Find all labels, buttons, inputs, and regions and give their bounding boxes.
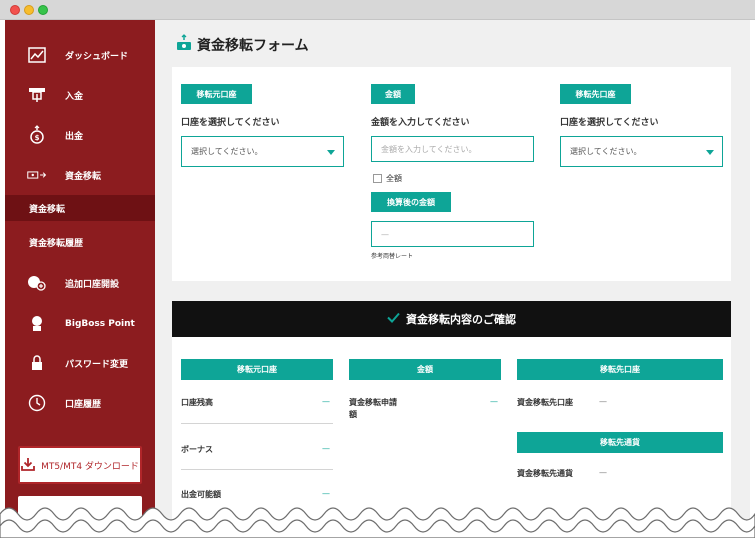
atm-deposit-icon [27, 85, 47, 105]
minimize-window-button[interactable] [24, 5, 34, 15]
amount-input[interactable]: 金額を入力してください。 [371, 136, 534, 162]
amount-label: 金額を入力してください [371, 118, 470, 128]
medal-icon [27, 314, 47, 334]
destination-currency-row-label: 資金移転先通貨 [517, 469, 573, 478]
confirm-destination-header: 移転先口座 [517, 359, 723, 380]
torn-edge-decoration [0, 507, 755, 538]
close-window-button[interactable] [10, 5, 20, 15]
row-divider [181, 469, 333, 470]
sidebar-item-bigboss-point[interactable]: BigBoss Point [5, 308, 155, 340]
amount-placeholder: 金額を入力してください。 [381, 144, 477, 154]
lock-icon [27, 353, 47, 373]
sidebar-item-label: 追加口座開設 [65, 279, 120, 290]
page-title: 資金移転フォーム [175, 34, 309, 56]
source-account-selected: 選択してください。 [191, 147, 263, 156]
page-title-text: 資金移転フォーム [197, 38, 309, 54]
destination-account-row-label: 資金移転先口座 [517, 398, 573, 407]
withdrawable-value: — [322, 489, 330, 498]
main-content: 資金移転フォーム 移転元口座 口座を選択してください 選択してください。 金額 … [155, 20, 750, 538]
sidebar-item-deposit[interactable]: 入金 [5, 79, 155, 111]
mt5-mt4-download-button[interactable]: MT5/MT4 ダウンロード [18, 446, 142, 484]
dashboard-chart-icon [27, 45, 47, 65]
checkbox-square[interactable] [373, 174, 382, 183]
sidebar-subitem-label: 資金移転 [29, 204, 66, 215]
sidebar-item-label: 口座履歴 [65, 399, 102, 410]
converted-amount-value: — [381, 229, 389, 239]
sidebar-item-label: BigBoss Point [65, 319, 135, 329]
confirm-section-header: 資金移転内容のご確認 [172, 301, 731, 337]
amount-tag: 金額 [371, 84, 415, 104]
destination-account-selected: 選択してください。 [570, 147, 642, 156]
row-divider [181, 423, 333, 424]
chevron-down-icon [706, 150, 714, 155]
window-titlebar [0, 0, 755, 20]
bonus-value: — [322, 444, 330, 453]
browser-window: ダッシュボード 入金 $ 出金 資金移転 資金移転 資金移転履歴 追加口座開設 … [0, 0, 755, 538]
sidebar-item-add-account[interactable]: 追加口座開設 [5, 267, 155, 299]
balance-label: 口座残高 [181, 398, 213, 407]
transfer-request-value: — [490, 397, 498, 406]
destination-account-row-value: — [599, 397, 607, 406]
transfer-request-label-line1: 資金移転申請 [349, 398, 397, 407]
money-transfer-icon [175, 34, 193, 56]
transfer-request-label-line2: 額 [349, 410, 357, 419]
sidebar-item-label: パスワード変更 [65, 359, 129, 370]
sidebar-item-transfer[interactable]: 資金移転 [5, 159, 155, 191]
sidebar: ダッシュボード 入金 $ 出金 資金移転 資金移転 資金移転履歴 追加口座開設 … [5, 20, 155, 538]
balance-value: — [322, 397, 330, 406]
sidebar-item-change-password[interactable]: パスワード変更 [5, 347, 155, 379]
check-icon [387, 312, 400, 326]
converted-amount-field: — [371, 221, 534, 247]
confirm-section-title: 資金移転内容のご確認 [406, 313, 516, 326]
destination-currency-row-value: — [599, 468, 607, 477]
reference-rate-note: 参考両替レート [371, 253, 414, 260]
full-amount-label: 全額 [386, 174, 402, 183]
confirm-destination-currency-header: 移転先通貨 [517, 432, 723, 453]
sidebar-item-label: ダッシュボード [65, 51, 129, 62]
destination-account-select[interactable]: 選択してください。 [560, 136, 723, 167]
sidebar-item-account-history[interactable]: 口座履歴 [5, 387, 155, 419]
destination-account-label: 口座を選択してください [560, 118, 659, 128]
svg-text:$: $ [35, 134, 40, 142]
confirm-amount-header: 金額 [349, 359, 501, 380]
money-bag-withdraw-icon: $ [27, 125, 47, 145]
withdrawable-label: 出金可能額 [181, 490, 221, 499]
bonus-label: ボーナス [181, 445, 213, 454]
money-transfer-icon [27, 165, 47, 185]
source-account-label: 口座を選択してください [181, 118, 280, 128]
sidebar-subitem-transfer-history[interactable]: 資金移転履歴 [5, 229, 155, 255]
source-account-select[interactable]: 選択してください。 [181, 136, 344, 167]
sidebar-subitem-transfer[interactable]: 資金移転 [5, 195, 155, 221]
transfer-form-card: 移転元口座 口座を選択してください 選択してください。 金額 金額を入力してくだ… [172, 67, 731, 281]
download-label: MT5/MT4 ダウンロード [41, 461, 139, 472]
sidebar-item-dashboard[interactable]: ダッシュボード [5, 39, 155, 71]
sidebar-subitem-label: 資金移転履歴 [29, 238, 84, 249]
add-account-icon [27, 273, 47, 293]
source-account-tag: 移転元口座 [181, 84, 252, 104]
sidebar-item-label: 出金 [65, 131, 84, 142]
sidebar-item-withdraw[interactable]: $ 出金 [5, 119, 155, 151]
chevron-down-icon [327, 150, 335, 155]
sidebar-item-label: 資金移転 [65, 171, 102, 182]
full-amount-checkbox[interactable]: 全額 [373, 173, 402, 184]
clock-icon [27, 393, 47, 413]
converted-amount-tag: 換算後の金額 [371, 192, 451, 212]
destination-account-tag: 移転先口座 [560, 84, 631, 104]
sidebar-item-label: 入金 [65, 91, 84, 102]
confirm-source-header: 移転元口座 [181, 359, 333, 380]
maximize-window-button[interactable] [38, 5, 48, 15]
download-icon [21, 457, 35, 474]
